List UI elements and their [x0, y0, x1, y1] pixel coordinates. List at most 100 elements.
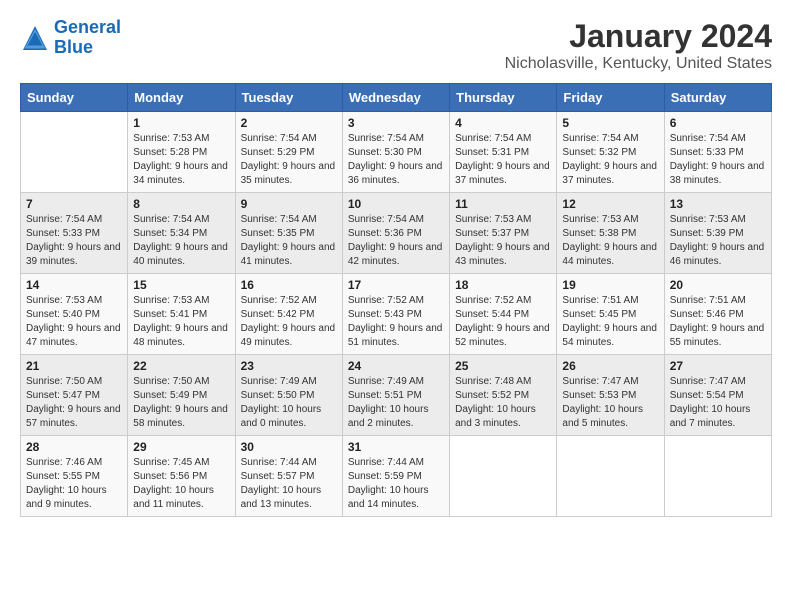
- header-thursday: Thursday: [450, 84, 557, 112]
- calendar-cell-w4-d1: 29 Sunrise: 7:45 AM Sunset: 5:56 PM Dayl…: [128, 436, 235, 517]
- sunset-text: Sunset: 5:56 PM: [133, 470, 229, 484]
- sunrise-text: Sunrise: 7:49 AM: [241, 375, 337, 389]
- sunrise-text: Sunrise: 7:46 AM: [26, 456, 122, 470]
- calendar-week-3: 21 Sunrise: 7:50 AM Sunset: 5:47 PM Dayl…: [21, 355, 772, 436]
- header-row: Sunday Monday Tuesday Wednesday Thursday…: [21, 84, 772, 112]
- sunrise-text: Sunrise: 7:54 AM: [348, 213, 444, 227]
- day-number: 14: [26, 278, 122, 292]
- day-number: 5: [562, 116, 658, 130]
- day-number: 2: [241, 116, 337, 130]
- calendar-cell-w3-d5: 26 Sunrise: 7:47 AM Sunset: 5:53 PM Dayl…: [557, 355, 664, 436]
- sunrise-text: Sunrise: 7:51 AM: [670, 294, 766, 308]
- calendar-cell-w2-d3: 17 Sunrise: 7:52 AM Sunset: 5:43 PM Dayl…: [342, 274, 449, 355]
- calendar-cell-w1-d1: 8 Sunrise: 7:54 AM Sunset: 5:34 PM Dayli…: [128, 193, 235, 274]
- logo-general: General: [54, 17, 121, 37]
- sunset-text: Sunset: 5:43 PM: [348, 308, 444, 322]
- sunrise-text: Sunrise: 7:54 AM: [670, 132, 766, 146]
- day-number: 3: [348, 116, 444, 130]
- calendar-cell-w1-d3: 10 Sunrise: 7:54 AM Sunset: 5:36 PM Dayl…: [342, 193, 449, 274]
- day-info: Sunrise: 7:50 AM Sunset: 5:49 PM Dayligh…: [133, 375, 229, 431]
- sunset-text: Sunset: 5:31 PM: [455, 146, 551, 160]
- day-number: 27: [670, 359, 766, 373]
- day-info: Sunrise: 7:54 AM Sunset: 5:34 PM Dayligh…: [133, 213, 229, 269]
- sunrise-text: Sunrise: 7:54 AM: [241, 213, 337, 227]
- daylight-text: Daylight: 9 hours and 43 minutes.: [455, 241, 551, 269]
- logo-text: General Blue: [54, 18, 121, 58]
- sunset-text: Sunset: 5:28 PM: [133, 146, 229, 160]
- daylight-text: Daylight: 9 hours and 37 minutes.: [455, 160, 551, 188]
- day-number: 20: [670, 278, 766, 292]
- calendar-cell-w0-d6: 6 Sunrise: 7:54 AM Sunset: 5:33 PM Dayli…: [664, 112, 771, 193]
- daylight-text: Daylight: 10 hours and 5 minutes.: [562, 403, 658, 431]
- calendar-cell-w2-d0: 14 Sunrise: 7:53 AM Sunset: 5:40 PM Dayl…: [21, 274, 128, 355]
- sunrise-text: Sunrise: 7:50 AM: [133, 375, 229, 389]
- day-number: 8: [133, 197, 229, 211]
- calendar-week-1: 7 Sunrise: 7:54 AM Sunset: 5:33 PM Dayli…: [21, 193, 772, 274]
- day-number: 29: [133, 440, 229, 454]
- header: General Blue January 2024 Nicholasville,…: [20, 18, 772, 73]
- daylight-text: Daylight: 9 hours and 49 minutes.: [241, 322, 337, 350]
- sunrise-text: Sunrise: 7:44 AM: [348, 456, 444, 470]
- day-info: Sunrise: 7:52 AM Sunset: 5:43 PM Dayligh…: [348, 294, 444, 350]
- sunrise-text: Sunrise: 7:47 AM: [670, 375, 766, 389]
- day-info: Sunrise: 7:47 AM Sunset: 5:54 PM Dayligh…: [670, 375, 766, 431]
- daylight-text: Daylight: 9 hours and 36 minutes.: [348, 160, 444, 188]
- sunset-text: Sunset: 5:44 PM: [455, 308, 551, 322]
- sunset-text: Sunset: 5:42 PM: [241, 308, 337, 322]
- daylight-text: Daylight: 10 hours and 14 minutes.: [348, 484, 444, 512]
- sunset-text: Sunset: 5:29 PM: [241, 146, 337, 160]
- calendar-cell-w2-d6: 20 Sunrise: 7:51 AM Sunset: 5:46 PM Dayl…: [664, 274, 771, 355]
- day-info: Sunrise: 7:48 AM Sunset: 5:52 PM Dayligh…: [455, 375, 551, 431]
- sunrise-text: Sunrise: 7:54 AM: [455, 132, 551, 146]
- calendar-cell-w4-d0: 28 Sunrise: 7:46 AM Sunset: 5:55 PM Dayl…: [21, 436, 128, 517]
- sunrise-text: Sunrise: 7:48 AM: [455, 375, 551, 389]
- day-info: Sunrise: 7:44 AM Sunset: 5:59 PM Dayligh…: [348, 456, 444, 512]
- day-info: Sunrise: 7:54 AM Sunset: 5:36 PM Dayligh…: [348, 213, 444, 269]
- sunset-text: Sunset: 5:33 PM: [670, 146, 766, 160]
- calendar-cell-w3-d3: 24 Sunrise: 7:49 AM Sunset: 5:51 PM Dayl…: [342, 355, 449, 436]
- daylight-text: Daylight: 10 hours and 3 minutes.: [455, 403, 551, 431]
- title-block: January 2024 Nicholasville, Kentucky, Un…: [505, 18, 772, 73]
- day-info: Sunrise: 7:51 AM Sunset: 5:46 PM Dayligh…: [670, 294, 766, 350]
- daylight-text: Daylight: 9 hours and 37 minutes.: [562, 160, 658, 188]
- day-number: 30: [241, 440, 337, 454]
- day-number: 28: [26, 440, 122, 454]
- sunset-text: Sunset: 5:50 PM: [241, 389, 337, 403]
- header-friday: Friday: [557, 84, 664, 112]
- sunrise-text: Sunrise: 7:52 AM: [348, 294, 444, 308]
- sunrise-text: Sunrise: 7:54 AM: [241, 132, 337, 146]
- day-number: 10: [348, 197, 444, 211]
- day-number: 6: [670, 116, 766, 130]
- sunset-text: Sunset: 5:45 PM: [562, 308, 658, 322]
- sunrise-text: Sunrise: 7:53 AM: [670, 213, 766, 227]
- day-number: 26: [562, 359, 658, 373]
- day-number: 15: [133, 278, 229, 292]
- calendar-cell-w2-d5: 19 Sunrise: 7:51 AM Sunset: 5:45 PM Dayl…: [557, 274, 664, 355]
- calendar-cell-w0-d1: 1 Sunrise: 7:53 AM Sunset: 5:28 PM Dayli…: [128, 112, 235, 193]
- calendar-cell-w3-d0: 21 Sunrise: 7:50 AM Sunset: 5:47 PM Dayl…: [21, 355, 128, 436]
- day-info: Sunrise: 7:54 AM Sunset: 5:30 PM Dayligh…: [348, 132, 444, 188]
- day-number: 9: [241, 197, 337, 211]
- daylight-text: Daylight: 9 hours and 57 minutes.: [26, 403, 122, 431]
- daylight-text: Daylight: 10 hours and 11 minutes.: [133, 484, 229, 512]
- calendar-cell-w1-d4: 11 Sunrise: 7:53 AM Sunset: 5:37 PM Dayl…: [450, 193, 557, 274]
- day-info: Sunrise: 7:53 AM Sunset: 5:28 PM Dayligh…: [133, 132, 229, 188]
- day-info: Sunrise: 7:45 AM Sunset: 5:56 PM Dayligh…: [133, 456, 229, 512]
- daylight-text: Daylight: 9 hours and 41 minutes.: [241, 241, 337, 269]
- sunrise-text: Sunrise: 7:54 AM: [348, 132, 444, 146]
- day-info: Sunrise: 7:49 AM Sunset: 5:51 PM Dayligh…: [348, 375, 444, 431]
- logo-icon: [20, 23, 50, 53]
- day-number: 21: [26, 359, 122, 373]
- sunrise-text: Sunrise: 7:54 AM: [133, 213, 229, 227]
- calendar-table: Sunday Monday Tuesday Wednesday Thursday…: [20, 83, 772, 517]
- day-info: Sunrise: 7:53 AM Sunset: 5:39 PM Dayligh…: [670, 213, 766, 269]
- sunset-text: Sunset: 5:51 PM: [348, 389, 444, 403]
- sunset-text: Sunset: 5:49 PM: [133, 389, 229, 403]
- sunrise-text: Sunrise: 7:53 AM: [133, 294, 229, 308]
- day-info: Sunrise: 7:54 AM Sunset: 5:31 PM Dayligh…: [455, 132, 551, 188]
- calendar-cell-w2-d1: 15 Sunrise: 7:53 AM Sunset: 5:41 PM Dayl…: [128, 274, 235, 355]
- day-number: 18: [455, 278, 551, 292]
- daylight-text: Daylight: 9 hours and 48 minutes.: [133, 322, 229, 350]
- sunset-text: Sunset: 5:36 PM: [348, 227, 444, 241]
- day-number: 4: [455, 116, 551, 130]
